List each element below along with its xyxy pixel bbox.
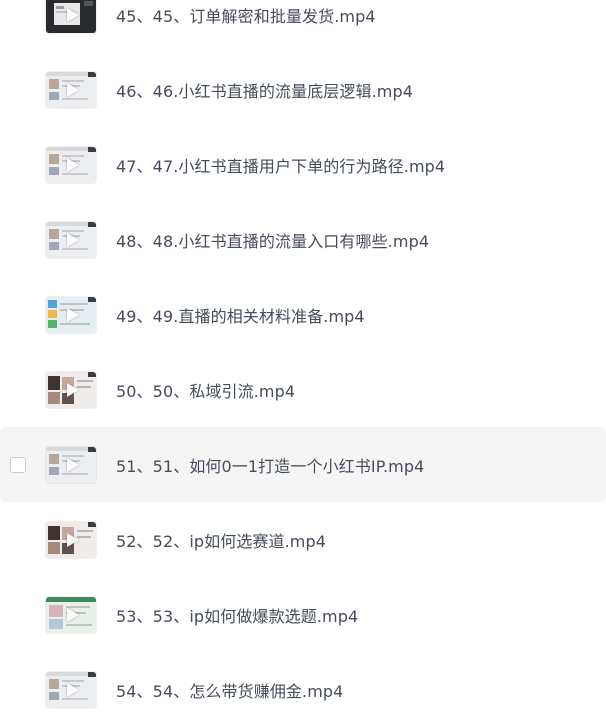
video-thumbnail-icon[interactable]: [46, 146, 96, 183]
file-row[interactable]: 53、53、ip如何做爆款选题.mp4: [0, 577, 606, 652]
play-icon: [67, 157, 79, 172]
play-icon: [67, 82, 79, 97]
file-name[interactable]: 50、50、私域引流.mp4: [116, 378, 295, 402]
file-row[interactable]: 48、48.小红书直播的流量入口有哪些.mp4: [0, 202, 606, 277]
file-row[interactable]: 52、52、ip如何选赛道.mp4: [0, 502, 606, 577]
file-name[interactable]: 53、53、ip如何做爆款选题.mp4: [116, 603, 358, 627]
select-checkbox[interactable]: [10, 456, 26, 473]
file-row[interactable]: 50、50、私域引流.mp4: [0, 352, 606, 427]
file-name[interactable]: 52、52、ip如何选赛道.mp4: [116, 528, 326, 552]
play-icon: [67, 382, 79, 397]
file-row[interactable]: 51、51、如何0一1打造一个小红书IP.mp4: [0, 427, 606, 502]
file-row[interactable]: 45、45、订单解密和批量发货.mp4: [0, 0, 606, 52]
video-thumbnail-icon[interactable]: [46, 0, 96, 33]
video-thumbnail-icon[interactable]: [46, 221, 96, 258]
file-name[interactable]: 48、48.小红书直播的流量入口有哪些.mp4: [116, 228, 429, 252]
video-thumbnail-icon[interactable]: [46, 521, 96, 558]
play-icon: [67, 682, 79, 697]
play-icon: [67, 607, 79, 622]
video-thumbnail-icon[interactable]: [46, 596, 96, 633]
file-row[interactable]: 49、49.直播的相关材料准备.mp4: [0, 277, 606, 352]
file-name[interactable]: 47、47.小红书直播用户下单的行为路径.mp4: [116, 153, 445, 177]
play-icon: [67, 7, 79, 22]
video-thumbnail-icon[interactable]: [46, 671, 96, 708]
file-row[interactable]: 54、54、怎么带货赚佣金.mp4: [0, 652, 606, 727]
file-row[interactable]: 46、46.小红书直播的流量底层逻辑.mp4: [0, 52, 606, 127]
play-icon: [67, 307, 79, 322]
file-name[interactable]: 51、51、如何0一1打造一个小红书IP.mp4: [116, 453, 424, 477]
file-list: 45、45、订单解密和批量发货.mp4 46、46.小红书直播的流量底层逻辑.mp…: [0, 0, 606, 727]
file-row[interactable]: 47、47.小红书直播用户下单的行为路径.mp4: [0, 127, 606, 202]
play-icon: [67, 457, 79, 472]
file-name[interactable]: 49、49.直播的相关材料准备.mp4: [116, 303, 365, 327]
file-name[interactable]: 54、54、怎么带货赚佣金.mp4: [116, 678, 343, 702]
video-thumbnail-icon[interactable]: [46, 446, 96, 483]
file-name[interactable]: 46、46.小红书直播的流量底层逻辑.mp4: [116, 78, 413, 102]
file-name[interactable]: 45、45、订单解密和批量发货.mp4: [116, 3, 376, 27]
video-thumbnail-icon[interactable]: [46, 371, 96, 408]
video-thumbnail-icon[interactable]: [46, 71, 96, 108]
video-thumbnail-icon[interactable]: [46, 296, 96, 333]
play-icon: [67, 532, 79, 547]
play-icon: [67, 232, 79, 247]
